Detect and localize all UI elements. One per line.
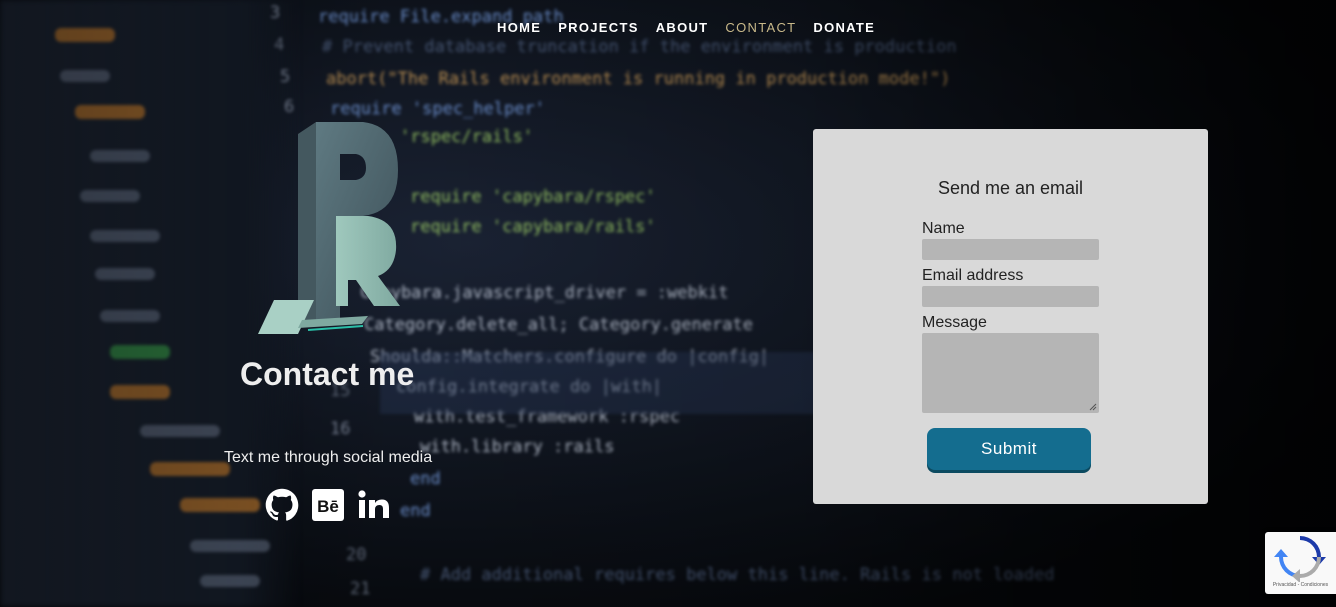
nav-item-home[interactable]: HOME [497, 20, 541, 35]
svg-text:Bē: Bē [317, 497, 339, 516]
message-textarea[interactable] [922, 333, 1099, 413]
pr-logo [258, 122, 400, 334]
behance-icon[interactable]: Bē [311, 488, 345, 522]
nav-item-about[interactable]: ABOUT [656, 20, 709, 35]
email-input[interactable] [922, 286, 1099, 307]
form-heading: Send me an email [937, 178, 1084, 198]
nav-item-donate[interactable]: DONATE [813, 20, 875, 35]
social-caption: Text me through social media [224, 449, 433, 466]
message-label: Message [922, 314, 987, 331]
name-input[interactable] [922, 239, 1099, 260]
recaptcha-logo-icon [1274, 536, 1326, 583]
github-icon[interactable] [265, 488, 299, 522]
page-title: Contact me [240, 356, 415, 392]
name-label: Name [922, 220, 965, 237]
recaptcha-badge[interactable]: Privacidad - Condiciones [1265, 532, 1336, 594]
linkedin-icon[interactable] [357, 488, 391, 522]
resize-grip-icon[interactable] [1089, 403, 1097, 411]
main-nav: HOME PROJECTS ABOUT CONTACT DONATE [497, 20, 875, 35]
recaptcha-footer[interactable]: Privacidad - Condiciones [1265, 582, 1336, 588]
nav-item-contact[interactable]: CONTACT [725, 20, 796, 35]
email-label: Email address [922, 267, 1024, 284]
contact-form-card: Send me an email Name Email address Mess… [813, 129, 1208, 504]
social-links: Bē [265, 488, 391, 522]
nav-item-projects[interactable]: PROJECTS [558, 20, 638, 35]
submit-button[interactable]: Submit [927, 428, 1091, 470]
